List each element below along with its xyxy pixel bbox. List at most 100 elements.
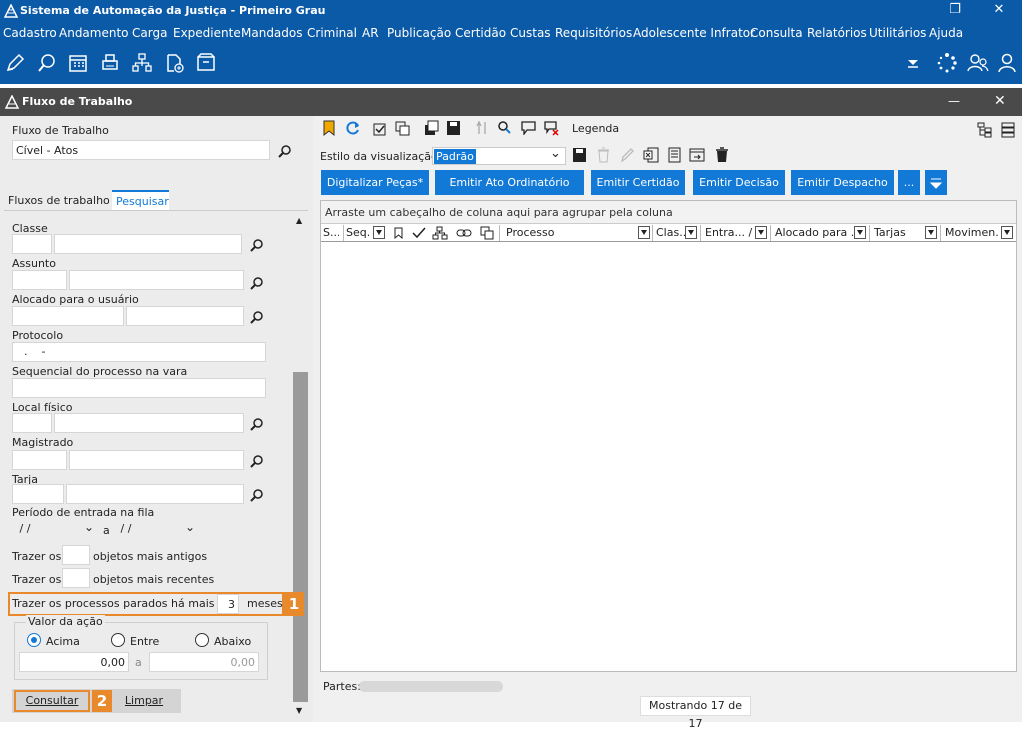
radio-acima[interactable] bbox=[27, 633, 41, 647]
menu-requisitorios[interactable]: Requisitórios bbox=[555, 26, 632, 40]
col-movimento[interactable]: Movimen... bbox=[940, 225, 998, 241]
scrollbar[interactable]: ▲ ▼ bbox=[293, 212, 308, 718]
col-alocado[interactable]: Alocado para ... bbox=[770, 225, 854, 241]
users-icon[interactable] bbox=[967, 52, 989, 74]
emitir-ato-button[interactable]: Emitir Ato Ordinatório bbox=[435, 170, 584, 195]
edit-icon[interactable] bbox=[4, 52, 26, 74]
chevron-down-icon[interactable]: ⌄ bbox=[550, 146, 561, 161]
local-code-input[interactable] bbox=[12, 413, 52, 433]
window-arrow-icon[interactable] bbox=[689, 147, 705, 163]
search-icon[interactable] bbox=[250, 276, 264, 290]
sequencial-input[interactable] bbox=[12, 378, 266, 398]
search-icon[interactable] bbox=[250, 310, 264, 324]
select-all-icon[interactable] bbox=[373, 121, 388, 136]
search-icon[interactable] bbox=[250, 454, 264, 468]
bookmark-icon[interactable] bbox=[322, 120, 336, 136]
add-document-icon[interactable] bbox=[163, 52, 185, 74]
scroll-thumb[interactable] bbox=[293, 372, 308, 702]
link-icon[interactable] bbox=[456, 227, 472, 239]
hierarchy-icon[interactable] bbox=[432, 226, 448, 240]
col-movimento-filter[interactable] bbox=[1001, 226, 1013, 239]
col-s[interactable]: S... bbox=[323, 225, 339, 241]
magistrado-code-input[interactable] bbox=[12, 450, 67, 470]
col-alocado-filter[interactable] bbox=[854, 226, 866, 239]
columns-icon[interactable] bbox=[1001, 122, 1015, 138]
printer-icon[interactable] bbox=[99, 52, 121, 74]
minimize-subwindow-button[interactable]: — bbox=[948, 94, 960, 108]
protocolo-input[interactable]: . - bbox=[12, 342, 266, 362]
menu-utilitarios[interactable]: Utilitários bbox=[869, 26, 926, 40]
recentes-count-input[interactable] bbox=[62, 568, 90, 588]
trash-icon[interactable] bbox=[715, 147, 729, 163]
tarja-desc-input[interactable] bbox=[66, 484, 244, 504]
menu-certidao[interactable]: Certidão bbox=[455, 26, 506, 40]
save-copy-icon[interactable] bbox=[424, 120, 439, 136]
calendar-icon[interactable] bbox=[67, 52, 89, 74]
refresh-icon[interactable] bbox=[345, 120, 361, 136]
save-icon[interactable] bbox=[446, 120, 461, 136]
copy-icon[interactable] bbox=[480, 226, 494, 240]
menu-consulta[interactable]: Consulta bbox=[750, 26, 803, 40]
date-to-picker[interactable]: / / ⌄ bbox=[113, 520, 201, 540]
archive-icon[interactable] bbox=[195, 52, 217, 74]
menu-criminal[interactable]: Criminal bbox=[307, 26, 357, 40]
close-window-button[interactable]: ✕ bbox=[976, 0, 1022, 22]
menu-andamento[interactable]: Andamento bbox=[59, 26, 129, 40]
col-entrada-filter[interactable] bbox=[755, 226, 767, 239]
export-excel-icon[interactable] bbox=[643, 147, 659, 163]
col-seq[interactable]: Seq. bbox=[343, 225, 373, 241]
transfer-icon[interactable] bbox=[475, 120, 489, 136]
menu-ajuda[interactable]: Ajuda bbox=[929, 26, 963, 40]
alocado-desc-input[interactable] bbox=[126, 306, 244, 326]
emitir-decisao-button[interactable]: Emitir Decisão bbox=[693, 170, 785, 195]
antigos-count-input[interactable] bbox=[62, 545, 90, 565]
classe-code-input[interactable] bbox=[12, 234, 52, 254]
menu-mandados[interactable]: Mandados bbox=[241, 26, 303, 40]
search-icon[interactable] bbox=[250, 488, 264, 502]
menu-expediente[interactable]: Expediente bbox=[173, 26, 241, 40]
tab-pesquisar[interactable]: Pesquisar bbox=[112, 190, 169, 210]
consultar-button[interactable]: Consultar bbox=[14, 690, 90, 712]
classe-desc-input[interactable] bbox=[54, 234, 242, 254]
digitalizar-pecas-button[interactable]: Digitalizar Peças* bbox=[321, 170, 429, 195]
menu-publicacao[interactable]: Publicação bbox=[387, 26, 451, 40]
col-tarjas-filter[interactable] bbox=[925, 226, 937, 239]
scroll-down-icon[interactable]: ▼ bbox=[296, 706, 302, 715]
col-seq-filter[interactable] bbox=[373, 226, 385, 239]
col-processo[interactable]: Processo bbox=[499, 225, 639, 241]
flag-icon[interactable] bbox=[392, 227, 404, 239]
menu-relatorios[interactable]: Relatórios bbox=[807, 26, 867, 40]
remove-comment-icon[interactable] bbox=[544, 121, 559, 136]
check-icon[interactable] bbox=[412, 227, 426, 239]
alocado-code-input[interactable] bbox=[12, 306, 124, 326]
rename-style-icon[interactable] bbox=[620, 147, 635, 163]
radio-abaixo[interactable] bbox=[195, 633, 209, 647]
valor-min-input[interactable]: 0,00 bbox=[19, 652, 129, 672]
col-classe-filter[interactable] bbox=[685, 226, 697, 239]
local-desc-input[interactable] bbox=[54, 413, 244, 433]
col-classe[interactable]: Clas... bbox=[652, 225, 686, 241]
chevron-down-icon[interactable]: ⌄ bbox=[84, 520, 94, 534]
menu-carga[interactable]: Carga bbox=[132, 26, 167, 40]
chevron-down-icon[interactable]: ⌄ bbox=[185, 520, 195, 534]
magistrado-desc-input[interactable] bbox=[69, 450, 244, 470]
col-entrada[interactable]: Entra... / bbox=[700, 225, 755, 241]
delete-style-icon[interactable] bbox=[597, 147, 610, 163]
parados-input[interactable]: 3 bbox=[217, 594, 239, 614]
save-style-icon[interactable] bbox=[572, 147, 587, 163]
col-processo-filter[interactable] bbox=[638, 226, 650, 239]
copy-icon[interactable] bbox=[395, 121, 410, 136]
menu-custas[interactable]: Custas bbox=[510, 26, 551, 40]
assunto-code-input[interactable] bbox=[12, 270, 67, 290]
search-icon[interactable] bbox=[250, 417, 264, 431]
find-icon[interactable] bbox=[496, 120, 512, 136]
estilo-select[interactable]: Padrão ⌄ bbox=[432, 146, 566, 165]
radio-entre[interactable] bbox=[111, 633, 125, 647]
comment-icon[interactable] bbox=[521, 121, 536, 135]
emitir-despacho-button[interactable]: Emitir Despacho bbox=[791, 170, 894, 195]
organization-icon[interactable] bbox=[131, 52, 153, 74]
more-actions-button[interactable]: ... bbox=[898, 170, 920, 195]
tree-view-icon[interactable] bbox=[977, 122, 993, 138]
limpar-button[interactable]: Limpar bbox=[114, 690, 174, 712]
search-icon[interactable] bbox=[250, 238, 264, 252]
